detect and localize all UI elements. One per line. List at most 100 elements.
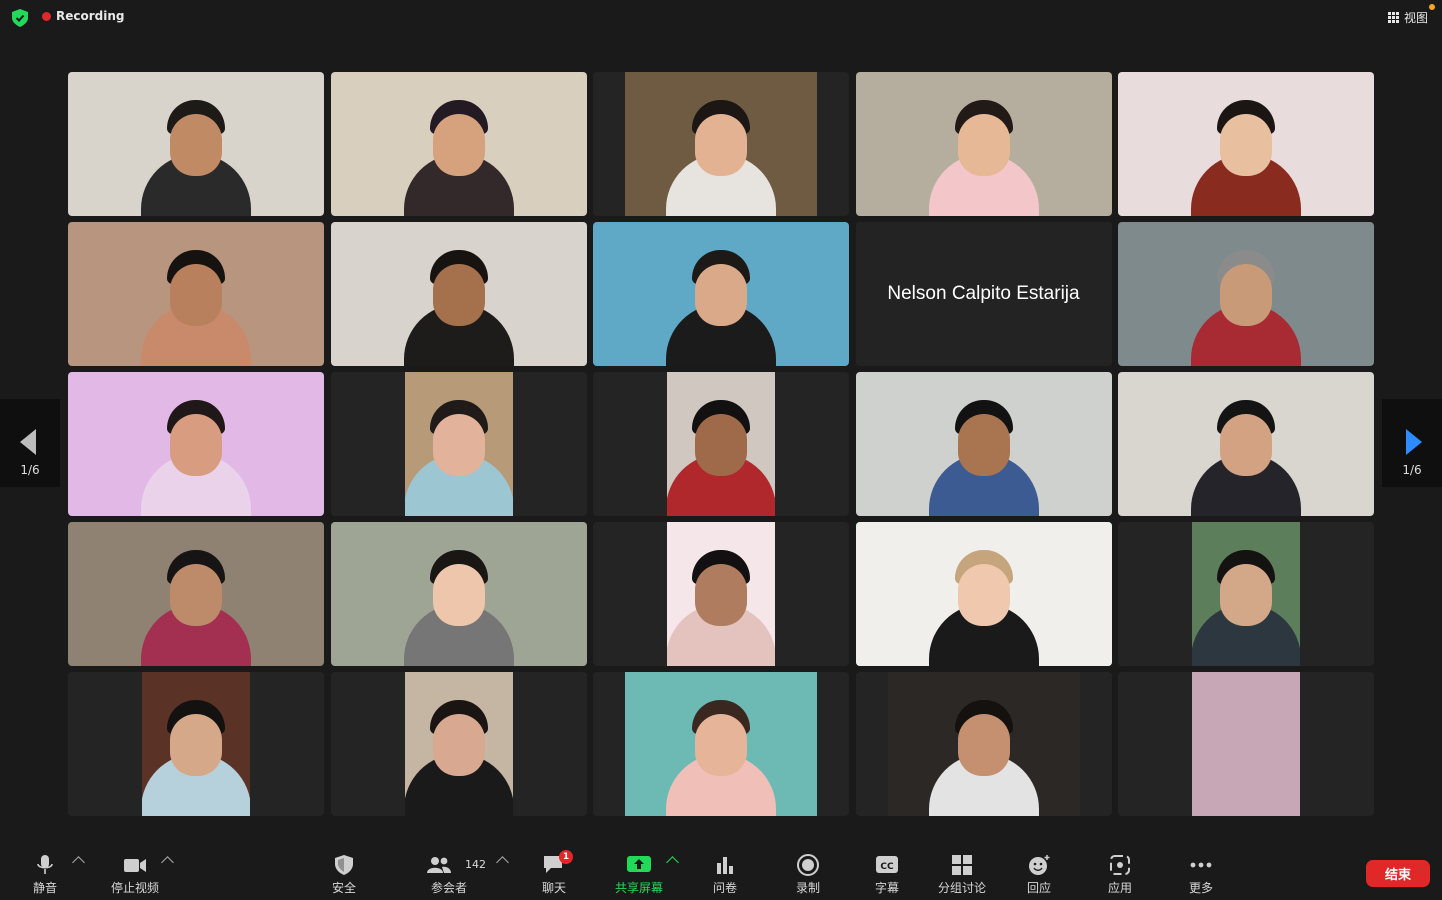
participant-face xyxy=(170,114,222,176)
recording-label: Recording xyxy=(56,9,125,23)
participant-face xyxy=(170,564,222,626)
participant-face xyxy=(695,264,747,326)
reactions-emoji-icon xyxy=(1029,855,1050,875)
reactions-label: 回应 xyxy=(1026,881,1051,895)
more-button[interactable]: 更多 xyxy=(1166,846,1236,900)
right-arrow-icon xyxy=(1406,429,1422,455)
participant-video-tile[interactable] xyxy=(855,372,1112,516)
participant-video-tile[interactable] xyxy=(330,72,587,216)
participant-video-tile[interactable] xyxy=(855,522,1112,666)
participant-video-feed xyxy=(593,222,849,366)
participant-face xyxy=(957,564,1010,626)
participant-video-feed xyxy=(1118,222,1374,366)
closed-caption-button[interactable]: CC 字幕 xyxy=(852,846,922,900)
record-button[interactable]: 录制 xyxy=(773,846,843,900)
participant-video-feed xyxy=(68,522,324,666)
participant-video-tile[interactable] xyxy=(68,72,324,216)
participant-face xyxy=(432,264,485,326)
stop-video-label: 停止视频 xyxy=(110,881,159,895)
participant-video-tile[interactable]: Nelson Calpito Estarija xyxy=(855,222,1112,366)
breakout-rooms-button[interactable]: 分组讨论 xyxy=(927,846,997,900)
participant-video-feed xyxy=(1118,72,1374,216)
security-shield-icon xyxy=(335,855,353,875)
participant-face xyxy=(695,564,747,626)
participant-video-feed xyxy=(330,522,587,666)
participant-video-tile[interactable] xyxy=(1118,522,1374,666)
participant-video-feed xyxy=(330,222,587,366)
participant-video-tile[interactable] xyxy=(68,672,324,816)
apps-button[interactable]: 应用 xyxy=(1085,846,1155,900)
participant-video-tile[interactable] xyxy=(330,672,587,816)
participant-face xyxy=(1220,414,1272,476)
share-screen-button[interactable]: 共享屏幕 xyxy=(604,846,674,900)
next-page-button[interactable]: 1/6 xyxy=(1382,399,1442,487)
share-screen-icon xyxy=(627,856,651,872)
participant-video-feed xyxy=(855,72,1112,216)
participant-video-feed xyxy=(68,222,324,366)
participant-video-tile[interactable] xyxy=(68,372,324,516)
participant-video-feed xyxy=(625,672,817,816)
participant-video-tile[interactable] xyxy=(330,522,587,666)
participant-face xyxy=(170,714,222,776)
mute-button[interactable]: 静音 xyxy=(10,846,80,900)
participant-video-feed xyxy=(142,672,250,816)
participant-video-tile[interactable] xyxy=(1118,222,1374,366)
participants-button[interactable]: 142 参会者 xyxy=(414,846,486,900)
participant-video-tile[interactable] xyxy=(68,522,324,666)
breakout-rooms-icon xyxy=(952,855,972,875)
polls-button[interactable]: 问卷 xyxy=(690,846,760,900)
participant-video-tile[interactable] xyxy=(855,672,1112,816)
record-icon xyxy=(797,854,819,876)
meeting-top-bar: Recording 视图 xyxy=(0,0,1442,36)
stop-video-button[interactable]: 停止视频 xyxy=(100,846,170,900)
participant-video-tile[interactable] xyxy=(1118,372,1374,516)
participant-video-feed xyxy=(404,372,513,516)
view-button[interactable]: 视图 xyxy=(1387,4,1435,26)
encryption-shield-icon[interactable] xyxy=(12,9,28,27)
participant-video-tile[interactable] xyxy=(855,72,1112,216)
reactions-button[interactable]: 回应 xyxy=(1004,846,1074,900)
participant-video-tile[interactable] xyxy=(68,222,324,366)
view-label: 视图 xyxy=(1403,11,1428,25)
end-meeting-button[interactable]: 结束 xyxy=(1366,860,1430,887)
participants-label: 参会者 xyxy=(430,881,467,895)
participant-video-feed xyxy=(625,72,817,216)
participants-options-caret-icon[interactable] xyxy=(496,856,509,869)
closed-caption-icon: CC xyxy=(876,856,898,873)
participant-video-tile[interactable] xyxy=(330,372,587,516)
chat-button[interactable]: 1 聊天 xyxy=(519,846,589,900)
participant-face xyxy=(957,114,1010,176)
security-button[interactable]: 安全 xyxy=(309,846,379,900)
apps-icon xyxy=(1110,855,1130,875)
security-label: 安全 xyxy=(331,881,356,895)
participant-video-feed xyxy=(855,372,1112,516)
participant-video-tile[interactable] xyxy=(593,672,849,816)
record-label: 录制 xyxy=(795,881,820,895)
participant-video-tile[interactable] xyxy=(330,222,587,366)
participant-video-tile[interactable] xyxy=(593,372,849,516)
participant-video-tile[interactable] xyxy=(1118,672,1374,816)
more-dots-icon xyxy=(1190,862,1212,868)
mute-label: 静音 xyxy=(32,881,57,895)
video-camera-icon xyxy=(124,859,146,872)
notification-dot xyxy=(1429,4,1435,10)
participant-video-tile[interactable] xyxy=(1118,72,1374,216)
participants-icon xyxy=(427,857,451,873)
recording-indicator[interactable]: Recording xyxy=(42,9,125,23)
participant-face xyxy=(432,114,485,176)
participant-face xyxy=(432,714,485,776)
previous-page-button[interactable]: 1/6 xyxy=(0,399,60,487)
participant-video-feed xyxy=(887,672,1080,816)
participant-face xyxy=(957,714,1010,776)
participant-video-tile[interactable] xyxy=(593,522,849,666)
participant-video-tile[interactable] xyxy=(593,72,849,216)
polls-bar-chart-icon xyxy=(717,857,733,874)
recording-dot-icon xyxy=(42,11,51,21)
svg-text:CC: CC xyxy=(880,862,894,872)
participant-video-feed xyxy=(404,672,513,816)
participant-video-feed xyxy=(1118,372,1374,516)
participant-face xyxy=(1220,564,1272,626)
participant-video-feed xyxy=(330,72,587,216)
microphone-icon xyxy=(37,855,53,874)
participant-video-tile[interactable] xyxy=(593,222,849,366)
